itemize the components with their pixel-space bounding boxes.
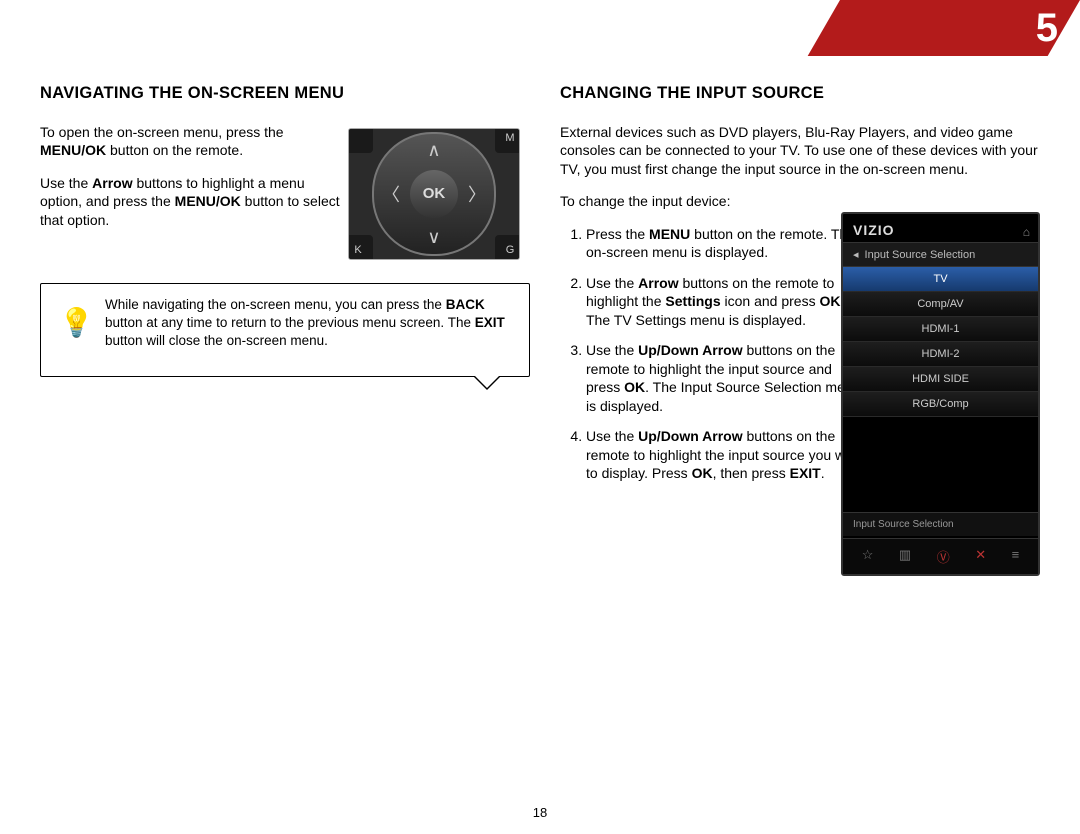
vizio-logo: VIZIO — [843, 214, 1038, 242]
osd-item: HDMI-1 — [843, 317, 1038, 342]
ok-button-graphic: OK — [410, 170, 458, 218]
para-arrow-select: Use the Arrow buttons to highlight a men… — [40, 174, 340, 229]
tv-osd-screenshot: VIZIO ◂Input Source Selection ⌂ TV Comp/… — [841, 212, 1040, 576]
menu-icon: ≡ — [1012, 547, 1020, 566]
osd-item: RGB/Comp — [843, 392, 1038, 417]
page-number: 18 — [0, 805, 1080, 820]
osd-item: HDMI SIDE — [843, 367, 1038, 392]
remote-corner: K — [348, 235, 373, 260]
arrow-right-icon: 〉 — [468, 181, 486, 207]
osd-item: Comp/AV — [843, 292, 1038, 317]
left-column: NAVIGATING THE ON-SCREEN MENU To open th… — [40, 84, 530, 377]
osd-item-selected: TV — [843, 267, 1038, 292]
bars-icon: ▥ — [899, 547, 911, 566]
left-intro-block: To open the on-screen menu, press the ME… — [40, 123, 340, 229]
remote-corner — [348, 128, 373, 153]
home-icon: ⌂ — [1023, 225, 1030, 239]
osd-item: HDMI-2 — [843, 342, 1038, 367]
arrow-up-icon: ∧ — [427, 140, 440, 161]
arrow-down-icon: ∨ — [427, 227, 440, 248]
right-column: CHANGING THE INPUT SOURCE External devic… — [560, 84, 1050, 495]
para-external-devices: External devices such as DVD players, Bl… — [560, 123, 1050, 178]
steps-list: Press the MENU button on the remote. The… — [560, 225, 866, 483]
back-icon: ◂ — [853, 249, 859, 261]
star-icon: ☆ — [862, 547, 874, 566]
chapter-banner: 5 — [810, 0, 1080, 56]
osd-title-bar: ◂Input Source Selection ⌂ — [843, 242, 1038, 267]
osd-bottom-icons: ☆ ▥ Ⓥ ✕ ≡ — [843, 538, 1038, 574]
remote-dpad-image: M K G ∧ ∨ 〈 〉 OK — [348, 128, 520, 260]
osd-footer-label: Input Source Selection — [843, 512, 1038, 536]
v-icon: Ⓥ — [937, 547, 950, 566]
x-icon: ✕ — [975, 547, 986, 566]
dpad-ring: ∧ ∨ 〈 〉 OK — [372, 132, 496, 256]
tip-text: While navigating the on-screen menu, you… — [105, 296, 513, 349]
step-1: Press the MENU button on the remote. The… — [586, 225, 866, 262]
remote-corner: G — [495, 235, 520, 260]
step-2: Use the Arrow buttons on the remote to h… — [586, 274, 866, 329]
arrow-left-icon: 〈 — [382, 181, 400, 207]
remote-corner: M — [495, 128, 520, 153]
para-open-menu: To open the on-screen menu, press the ME… — [40, 123, 340, 160]
heading-input-source: CHANGING THE INPUT SOURCE — [560, 84, 1050, 103]
tip-callout: 💡 While navigating the on-screen menu, y… — [40, 283, 530, 376]
step-4: Use the Up/Down Arrow buttons on the rem… — [586, 427, 866, 482]
para-lead-in: To change the input device: — [560, 192, 1050, 210]
heading-navigating: NAVIGATING THE ON-SCREEN MENU — [40, 84, 530, 103]
chapter-number: 5 — [1036, 6, 1058, 51]
step-3: Use the Up/Down Arrow buttons on the rem… — [586, 341, 866, 415]
lightbulb-icon: 💡 — [59, 306, 94, 339]
